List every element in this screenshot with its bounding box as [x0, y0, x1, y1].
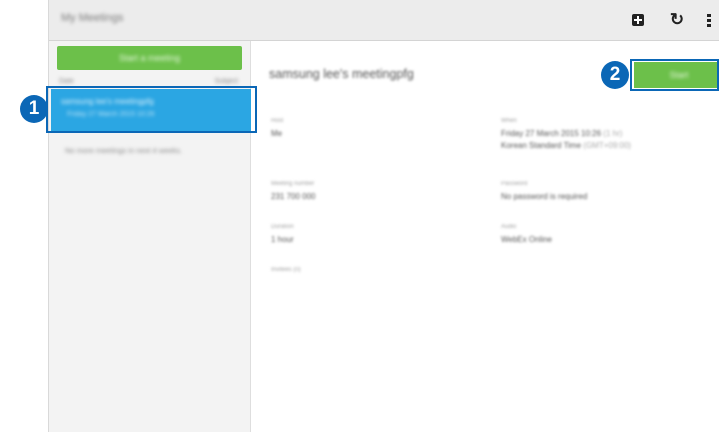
meeting-title: samsung lee's meetingpfg — [269, 67, 414, 81]
when-duration: (1 hr) — [603, 129, 623, 138]
host-label: Host — [271, 118, 284, 124]
when-gmt-offset: (GMT+09:00) — [583, 141, 632, 150]
start-meeting-sidebar-label: Start a meeting — [118, 53, 181, 63]
top-action-bar: My Meetings ↻ — [49, 0, 719, 41]
duration-value: 1 hour — [271, 235, 294, 244]
when-line-2: Korean Standard Time (GMT+09:00) — [501, 141, 631, 150]
when-timezone: Korean Standard Time — [501, 141, 582, 150]
add-icon[interactable] — [630, 12, 646, 28]
callout-badge-1: 1 — [20, 95, 48, 123]
when-label: When — [501, 118, 517, 124]
audio-label: Audio — [501, 224, 517, 230]
no-upcoming-text: No more meetings in next 4 weeks. — [65, 146, 183, 155]
callout-badge-2: 2 — [601, 61, 629, 89]
host-value: Me — [271, 129, 283, 138]
more-options-icon[interactable] — [705, 12, 713, 28]
invitees-label: Invitees (0) — [271, 267, 301, 273]
app-title: My Meetings — [61, 12, 124, 24]
meeting-detail-panel: samsung lee's meetingpfg Start Host Me M… — [251, 41, 719, 432]
refresh-icon[interactable]: ↻ — [669, 10, 685, 29]
audio-value: WebEx Online — [501, 235, 552, 244]
when-date: Friday 27 March 2015 10:26 — [501, 129, 602, 138]
password-value: No password is required — [501, 192, 588, 201]
list-header-date: Date — [59, 78, 74, 85]
callout-highlight-1 — [46, 86, 257, 133]
start-meeting-sidebar-button[interactable]: Start a meeting — [57, 46, 242, 70]
callout-highlight-2 — [630, 59, 719, 91]
meeting-number-value: 231 700 000 — [271, 192, 316, 201]
password-label: Password — [501, 181, 528, 187]
list-header-subject: Subject — [214, 78, 238, 85]
duration-label: Duration — [271, 224, 294, 230]
meeting-number-label: Meeting number — [271, 181, 315, 187]
when-line-1: Friday 27 March 2015 10:26 (1 hr) — [501, 129, 622, 138]
